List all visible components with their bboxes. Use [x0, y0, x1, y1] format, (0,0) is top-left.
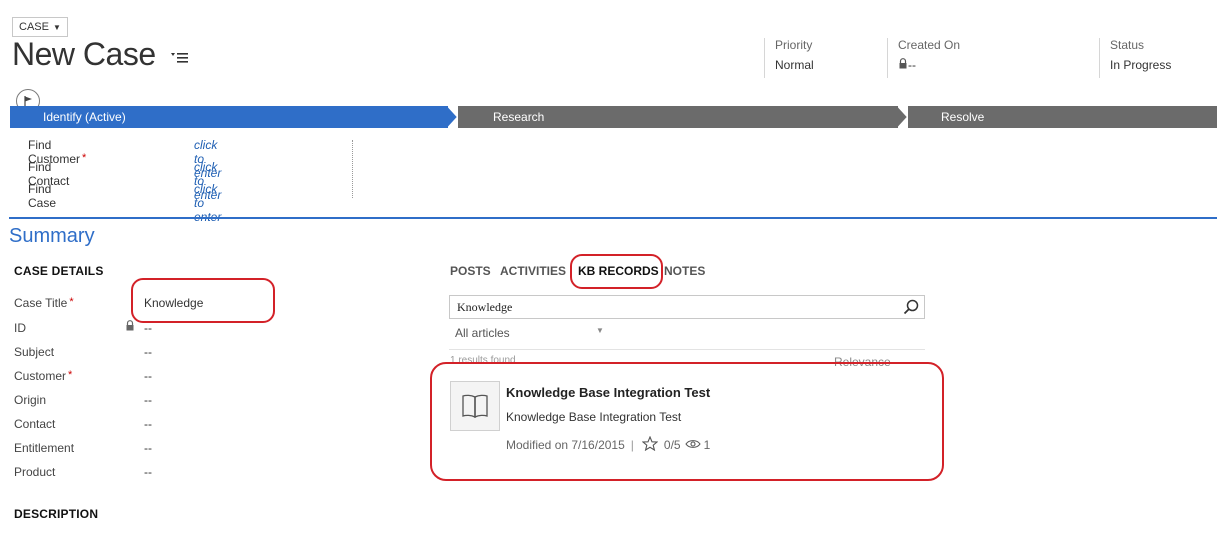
- subject-input[interactable]: --: [144, 345, 152, 359]
- stage-resolve[interactable]: Resolve: [908, 106, 1217, 128]
- field-label-subject: Subject: [14, 345, 55, 359]
- field-label-id: ID: [14, 321, 26, 335]
- header-field-value-row: --: [898, 58, 960, 72]
- stage-label: Research: [493, 110, 545, 124]
- stage-label: Resolve: [941, 110, 985, 124]
- lock-icon: [898, 58, 908, 72]
- tab-activities[interactable]: ACTIVITIES: [500, 264, 566, 278]
- header-field-label: Created On: [898, 38, 961, 52]
- entitlement-input[interactable]: --: [144, 441, 152, 455]
- divider: [352, 140, 353, 198]
- id-value: --: [144, 321, 152, 335]
- form-menu-icon[interactable]: [170, 51, 190, 68]
- divider: |: [630, 438, 634, 452]
- product-input[interactable]: --: [144, 465, 152, 479]
- kb-search-box: [449, 295, 925, 319]
- kb-result-title[interactable]: Knowledge Base Integration Test: [506, 385, 710, 400]
- chevron-down-icon: ▼: [52, 23, 61, 32]
- header-field-label: Priority: [775, 38, 813, 52]
- case-details-heading: CASE DETAILS: [14, 264, 104, 278]
- case-title-input[interactable]: Knowledge: [144, 296, 203, 310]
- results-count: 1 results found: [450, 355, 516, 366]
- field-label-origin: Origin: [14, 393, 47, 407]
- section-title-summary: Summary: [9, 225, 95, 247]
- stage-research[interactable]: Research: [458, 106, 898, 128]
- field-label-product: Product: [14, 465, 56, 479]
- customer-input[interactable]: --: [144, 369, 152, 383]
- book-icon: [450, 381, 500, 431]
- sort-select[interactable]: Relevance: [834, 355, 891, 369]
- article-filter-select[interactable]: All articles: [455, 326, 510, 340]
- description-heading: DESCRIPTION: [14, 507, 99, 521]
- field-label-customer: Customer *: [14, 369, 73, 383]
- search-icon[interactable]: [903, 299, 919, 318]
- header-field-label: Status: [1110, 38, 1145, 52]
- required-marker: *: [68, 369, 73, 381]
- required-marker: *: [69, 296, 74, 308]
- header-field-priority[interactable]: Priority Normal: [764, 38, 814, 78]
- lock-icon: [125, 320, 135, 334]
- rating-value: 0/5: [663, 438, 681, 452]
- header-field-created-on: Created On --: [887, 38, 960, 78]
- chevron-down-icon[interactable]: ▼: [596, 326, 604, 335]
- kb-result-description: Knowledge Base Integration Test: [506, 410, 682, 424]
- kb-result-item[interactable]: Knowledge Base Integration Test Knowledg…: [450, 381, 920, 461]
- header-field-value: Normal: [775, 58, 814, 72]
- header-field-value: --: [908, 58, 916, 72]
- kb-search-input[interactable]: [455, 296, 889, 318]
- field-label-case-title: Case Title *: [14, 296, 74, 310]
- required-marker: *: [82, 152, 87, 164]
- star-icon: [641, 435, 659, 454]
- views-count: 1: [703, 438, 711, 452]
- eye-icon: [684, 438, 701, 452]
- tab-kb-records[interactable]: KB RECORDS: [578, 264, 659, 278]
- header-field-value: In Progress: [1110, 58, 1172, 72]
- kb-result-meta: Modified on 7/16/2015 | 0/5 1: [506, 435, 711, 454]
- stage-identify[interactable]: Identify (Active): [10, 106, 448, 128]
- stage-label: Identify (Active): [43, 110, 126, 124]
- field-label-contact: Contact: [14, 417, 56, 431]
- divider: [9, 217, 1217, 219]
- divider: [449, 349, 925, 350]
- contact-input[interactable]: --: [144, 417, 152, 431]
- origin-input[interactable]: --: [144, 393, 152, 407]
- tab-notes[interactable]: NOTES: [664, 264, 705, 278]
- modified-date: Modified on 7/16/2015: [506, 438, 625, 452]
- header-field-status[interactable]: Status In Progress: [1099, 38, 1171, 78]
- tab-posts[interactable]: POSTS: [450, 264, 491, 278]
- stage-field-label: Find Case: [28, 182, 57, 210]
- entity-switch[interactable]: CASE ▼: [12, 17, 68, 37]
- page-title: New Case: [12, 36, 156, 72]
- field-label-entitlement: Entitlement: [14, 441, 75, 455]
- entity-switch-label: CASE: [19, 21, 49, 33]
